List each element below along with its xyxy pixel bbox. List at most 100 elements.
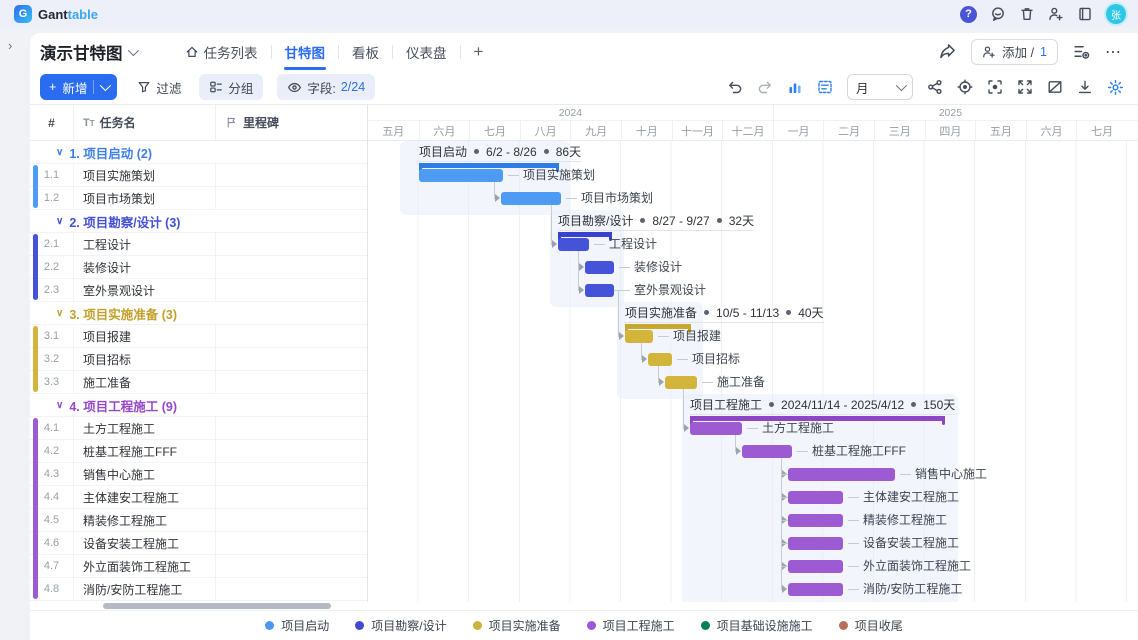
gantt-bar[interactable] <box>788 537 843 550</box>
task-name[interactable]: 项目报建 <box>73 325 215 347</box>
month-label[interactable]: 七月 <box>1076 121 1127 140</box>
month-label[interactable]: 六月 <box>1026 121 1077 140</box>
undo-icon[interactable] <box>727 79 743 95</box>
month-label[interactable]: 一月 <box>773 121 824 140</box>
task-name[interactable]: 桩基工程施工FFF <box>73 440 215 462</box>
group-row[interactable]: ∨1. 项目启动 (2) <box>30 141 367 164</box>
table-row[interactable]: 4.1土方工程施工 <box>30 417 367 440</box>
focus-icon[interactable] <box>987 79 1003 95</box>
task-name[interactable]: 土方工程施工 <box>73 417 215 439</box>
task-name[interactable]: 室外景观设计 <box>73 279 215 301</box>
milestone-cell[interactable] <box>215 486 367 508</box>
table-row[interactable]: 2.1工程设计 <box>30 233 367 256</box>
export-download-icon[interactable] <box>1077 79 1093 95</box>
task-name[interactable]: 消防/安防工程施工 <box>73 578 215 600</box>
month-label[interactable]: 二月 <box>823 121 874 140</box>
settings-gear-icon[interactable] <box>1107 79 1124 96</box>
share-nodes-icon[interactable] <box>927 79 943 95</box>
invite-user-icon[interactable] <box>1048 6 1064 22</box>
gantt-bar[interactable] <box>625 330 653 343</box>
group-summary-label[interactable]: 项目工程施工2024/11/14 - 2025/4/12150天 <box>690 395 955 415</box>
milestone-cell[interactable] <box>215 187 367 209</box>
table-row[interactable]: 4.6设备安装工程施工 <box>30 532 367 555</box>
milestone-cell[interactable] <box>215 417 367 439</box>
month-label[interactable]: 七月 <box>469 121 520 140</box>
trash-icon[interactable] <box>1019 6 1035 22</box>
gantt-bar[interactable] <box>585 261 614 274</box>
table-row[interactable]: 2.3室外景观设计 <box>30 279 367 302</box>
add-member-button[interactable]: 添加 /1 <box>971 39 1058 65</box>
group-summary-bar[interactable] <box>558 232 612 237</box>
group-summary-label[interactable]: 项目启动6/2 - 8/2686天 <box>419 142 581 162</box>
gantt-bar[interactable] <box>742 445 792 458</box>
time-scale-select[interactable]: 月 <box>847 74 913 100</box>
month-label[interactable]: 四月 <box>925 121 976 140</box>
filter-button[interactable]: 过滤 <box>137 78 181 97</box>
col-header-index[interactable]: # <box>30 116 73 130</box>
tab-dashboard[interactable]: 仪表盘 <box>393 33 460 70</box>
add-view-button[interactable]: + <box>461 33 497 70</box>
group-row[interactable]: ∨3. 项目实施准备 (3) <box>30 302 367 325</box>
group-row[interactable]: ∨4. 项目工程施工 (9) <box>30 394 367 417</box>
collapse-chevron-icon[interactable]: ∨ <box>56 308 63 319</box>
milestone-cell[interactable] <box>215 164 367 186</box>
document-title[interactable]: 演示甘特图 <box>40 40 136 64</box>
more-menu-icon[interactable]: ⋯ <box>1105 42 1122 62</box>
gantt-bar[interactable] <box>788 514 843 527</box>
gantt-bar[interactable] <box>788 560 843 573</box>
task-name[interactable]: 装修设计 <box>73 256 215 278</box>
fullscreen-icon[interactable] <box>1017 79 1033 95</box>
user-avatar[interactable]: 张 <box>1106 4 1126 24</box>
month-label[interactable]: 八月 <box>520 121 571 140</box>
task-name[interactable]: 销售中心施工 <box>73 463 215 485</box>
milestone-cell[interactable] <box>215 555 367 577</box>
fields-button[interactable]: 字段:2/24 <box>277 74 375 100</box>
month-label[interactable]: 六月 <box>419 121 470 140</box>
gantt-bar[interactable] <box>558 238 589 251</box>
table-row[interactable]: 4.8消防/安防工程施工 <box>30 578 367 601</box>
milestone-cell[interactable] <box>215 348 367 370</box>
locate-target-icon[interactable] <box>957 79 973 95</box>
group-summary-label[interactable]: 项目实施准备10/5 - 11/1340天 <box>625 303 824 323</box>
gantt-bar[interactable] <box>788 468 895 481</box>
table-row[interactable]: 1.1项目实施策划 <box>30 164 367 187</box>
task-name[interactable]: 项目市场策划 <box>73 187 215 209</box>
table-row[interactable]: 4.2桩基工程施工FFF <box>30 440 367 463</box>
task-name[interactable]: 施工准备 <box>73 371 215 393</box>
milestone-cell[interactable] <box>215 463 367 485</box>
col-header-milestone[interactable]: 里程碑 <box>215 105 367 140</box>
gantt-bar[interactable] <box>585 284 614 297</box>
table-row[interactable]: 4.7外立面装饰工程施工 <box>30 555 367 578</box>
group-row[interactable]: ∨2. 项目勘察/设计 (3) <box>30 210 367 233</box>
feedback-icon[interactable] <box>990 6 1006 22</box>
collapse-chevron-icon[interactable]: ∨ <box>56 400 63 411</box>
gantt-bar[interactable] <box>501 192 561 205</box>
milestone-cell[interactable] <box>215 440 367 462</box>
gantt-bar[interactable] <box>419 169 503 182</box>
table-row[interactable]: 3.2项目招标 <box>30 348 367 371</box>
view-settings-icon[interactable] <box>1073 43 1090 60</box>
gantt-bar[interactable] <box>788 491 843 504</box>
task-name[interactable]: 外立面装饰工程施工 <box>73 555 215 577</box>
col-header-task[interactable]: TT 任务名 <box>73 105 215 140</box>
table-row[interactable]: 4.4主体建安工程施工 <box>30 486 367 509</box>
collapse-chevron-icon[interactable]: ∨ <box>56 216 63 227</box>
month-label[interactable]: 十二月 <box>722 121 773 140</box>
table-row[interactable]: 1.2项目市场策划 <box>30 187 367 210</box>
month-label[interactable]: 五月 <box>368 121 419 140</box>
milestone-cell[interactable] <box>215 279 367 301</box>
table-row[interactable]: 4.5精装修工程施工 <box>30 509 367 532</box>
hide-image-icon[interactable] <box>1047 79 1063 95</box>
task-name[interactable]: 精装修工程施工 <box>73 509 215 531</box>
tab-kanban[interactable]: 看板 <box>339 33 392 70</box>
new-task-button[interactable]: +新增 <box>40 74 117 100</box>
month-label[interactable]: 五月 <box>975 121 1026 140</box>
progress-chart-icon[interactable] <box>787 79 803 95</box>
milestone-cell[interactable] <box>215 233 367 255</box>
group-summary-label[interactable]: 项目勘察/设计8/27 - 9/2732天 <box>558 211 754 231</box>
redo-icon[interactable] <box>757 79 773 95</box>
task-name[interactable]: 主体建安工程施工 <box>73 486 215 508</box>
tab-gantt[interactable]: 甘特图 <box>272 33 339 70</box>
baseline-icon[interactable] <box>817 79 833 95</box>
group-button[interactable]: 分组 <box>199 74 263 100</box>
